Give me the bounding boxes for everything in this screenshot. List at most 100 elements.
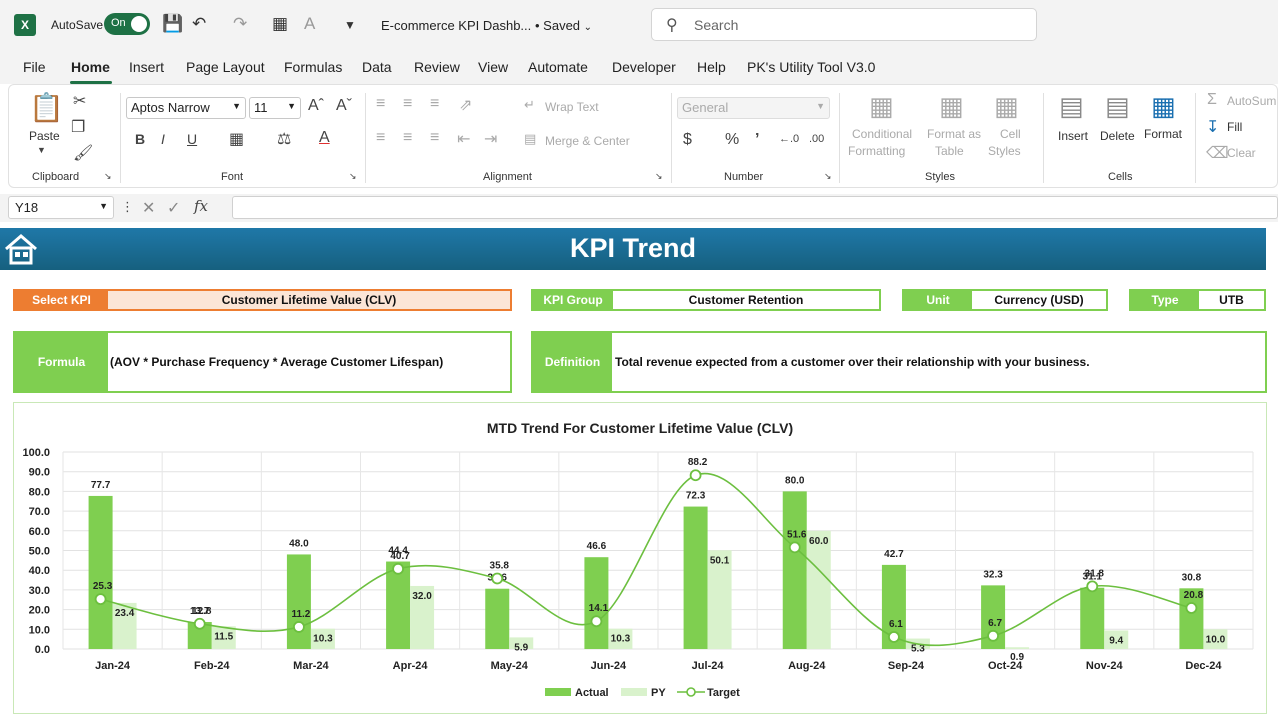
chevron-down-icon: ▼ (287, 101, 296, 111)
chart-area[interactable]: MTD Trend For Customer Lifetime Value (C… (13, 402, 1267, 714)
formula-input[interactable] (232, 196, 1278, 219)
format-as-table-icon[interactable]: ▦ (939, 91, 964, 122)
font-color-icon[interactable]: A (319, 129, 330, 147)
cell-styles-label[interactable]: Cell (1000, 127, 1021, 141)
tab-help[interactable]: Help (697, 59, 726, 75)
tab-automate[interactable]: Automate (528, 59, 588, 75)
x-tick-label: Feb-24 (194, 660, 230, 672)
x-tick-label: Jun-24 (591, 660, 627, 672)
tab-developer[interactable]: Developer (612, 59, 676, 75)
clear-icon[interactable]: ⌫ (1206, 143, 1229, 163)
merge-center-icon[interactable]: ▤ (524, 131, 536, 147)
cancel-icon[interactable]: ✕ (142, 198, 155, 218)
fill-icon[interactable]: ↧ (1206, 117, 1219, 137)
align-left-icon[interactable]: ≡ (376, 129, 385, 147)
format-cells-button[interactable]: Format (1144, 127, 1182, 141)
format-painter-icon[interactable]: 🖌 (73, 143, 93, 163)
data-label-py: 60.0 (809, 536, 829, 547)
tab-page-layout[interactable]: Page Layout (186, 59, 265, 75)
align-bottom-icon[interactable]: ≡ (430, 95, 439, 113)
orientation-icon[interactable]: ⇗ (459, 95, 472, 115)
saved-status[interactable]: • Saved ⌄ (535, 18, 592, 33)
y-tick-label: 80.0 (29, 486, 50, 498)
clipboard-launcher-icon[interactable]: ↘ (104, 171, 112, 182)
clear-button[interactable]: Clear (1227, 146, 1256, 160)
cut-icon[interactable]: ✂ (73, 91, 86, 111)
tab-file[interactable]: File (23, 59, 46, 75)
format-as-table-label[interactable]: Format as (927, 127, 981, 141)
borders-icon[interactable]: ▦ (272, 14, 288, 34)
borders-icon[interactable]: ▦ (229, 129, 244, 149)
increase-font-icon[interactable]: Aˆ (308, 97, 324, 115)
italic-icon[interactable]: I (161, 131, 165, 147)
font-name-select[interactable]: Aptos Narrow ▼ (126, 97, 246, 119)
more-options-icon[interactable]: ⋮ (121, 199, 134, 215)
number-format-select[interactable]: General ▼ (677, 97, 830, 119)
align-right-icon[interactable]: ≡ (430, 129, 439, 147)
tab-data[interactable]: Data (362, 59, 392, 75)
unit-box: Unit Currency (USD) (902, 289, 1108, 311)
tab-insert[interactable]: Insert (129, 59, 164, 75)
save-icon[interactable]: 💾 (162, 14, 183, 34)
font-size-select[interactable]: 11 ▼ (249, 97, 301, 119)
insert-cells-icon[interactable]: ▤ (1059, 91, 1084, 122)
document-title[interactable]: E-commerce KPI Dashb... (381, 18, 531, 33)
autosum-icon[interactable]: Σ (1207, 91, 1217, 109)
align-top-icon[interactable]: ≡ (376, 95, 385, 113)
cell-styles-label-2[interactable]: Styles (988, 144, 1021, 158)
font-color-icon[interactable]: A (304, 14, 315, 34)
conditional-formatting-icon[interactable]: ▦ (869, 91, 894, 122)
format-as-table-label-2[interactable]: Table (935, 144, 964, 158)
number-launcher-icon[interactable]: ↘ (824, 171, 832, 182)
paste-chevron-icon[interactable]: ▼ (37, 145, 46, 155)
search-box[interactable]: ⚲ Search (651, 8, 1037, 41)
paste-button[interactable]: Paste (29, 129, 60, 143)
tab-home[interactable]: Home (71, 59, 110, 75)
customize-toolbar-icon[interactable]: ▼ (344, 18, 356, 32)
align-middle-icon[interactable]: ≡ (403, 95, 412, 113)
insert-cells-button[interactable]: Insert (1058, 129, 1088, 143)
x-tick-label: Apr-24 (393, 660, 429, 672)
merge-center-button[interactable]: Merge & Center (545, 134, 630, 148)
tab-view[interactable]: View (478, 59, 508, 75)
increase-indent-icon[interactable]: ⇥ (484, 129, 497, 149)
autosum-button[interactable]: AutoSum (1227, 94, 1276, 108)
wrap-text-icon[interactable]: ↵ (524, 97, 535, 113)
bold-icon[interactable]: B (135, 131, 145, 147)
redo-icon[interactable]: ↷ (233, 14, 247, 34)
increase-decimal-icon[interactable]: ←.0 (779, 133, 799, 145)
cell-styles-icon[interactable]: ▦ (994, 91, 1019, 122)
autosave-toggle[interactable]: On (104, 13, 150, 35)
delete-cells-button[interactable]: Delete (1100, 129, 1135, 143)
search-input[interactable]: Search (694, 17, 738, 33)
tab-utility-tool[interactable]: PK's Utility Tool V3.0 (747, 59, 875, 75)
insert-function-icon[interactable]: fx (194, 197, 208, 215)
select-kpi-box[interactable]: Select KPI Customer Lifetime Value (CLV) (13, 289, 512, 311)
tab-formulas[interactable]: Formulas (284, 59, 342, 75)
name-box[interactable]: Y18 ▼ (8, 196, 114, 219)
conditional-formatting-label-2[interactable]: Formatting (848, 144, 905, 158)
undo-icon[interactable]: ↶ (192, 14, 206, 34)
underline-icon[interactable]: U (187, 131, 197, 147)
format-cells-icon[interactable]: ▦ (1151, 91, 1176, 122)
group-divider (120, 93, 121, 183)
font-launcher-icon[interactable]: ↘ (349, 171, 357, 182)
decrease-decimal-icon[interactable]: .00 (809, 133, 824, 145)
conditional-formatting-label[interactable]: Conditional (852, 127, 912, 141)
tab-review[interactable]: Review (414, 59, 460, 75)
copy-icon[interactable]: ❐ (71, 117, 85, 137)
wrap-text-button[interactable]: Wrap Text (545, 100, 599, 114)
paste-icon[interactable]: 📋 (29, 91, 64, 124)
currency-icon[interactable]: $ (683, 131, 692, 149)
comma-style-icon[interactable]: ’ (755, 131, 759, 149)
select-kpi-value[interactable]: Customer Lifetime Value (CLV) (108, 291, 510, 309)
percent-icon[interactable]: % (725, 131, 739, 149)
fill-button[interactable]: Fill (1227, 120, 1242, 134)
alignment-launcher-icon[interactable]: ↘ (655, 171, 663, 182)
enter-icon[interactable]: ✓ (167, 198, 180, 218)
fill-color-icon[interactable]: ⚖ (277, 129, 291, 149)
decrease-font-icon[interactable]: Aˇ (336, 97, 352, 115)
delete-cells-icon[interactable]: ▤ (1105, 91, 1130, 122)
decrease-indent-icon[interactable]: ⇤ (457, 129, 470, 149)
align-center-icon[interactable]: ≡ (403, 129, 412, 147)
